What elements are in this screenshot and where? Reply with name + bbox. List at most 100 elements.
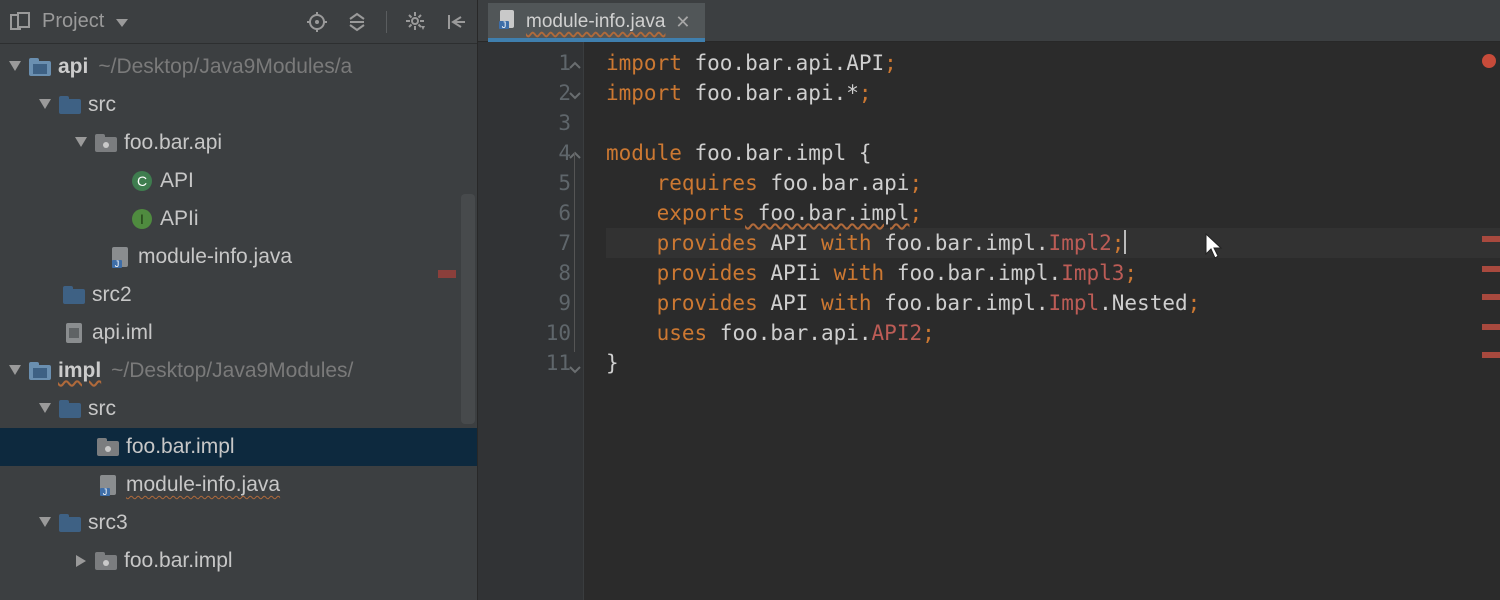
project-toolbar: Project: [0, 0, 477, 44]
error-stripe-mark[interactable]: [1482, 352, 1500, 358]
code-line[interactable]: exports foo.bar.impl;: [606, 198, 1500, 228]
project-tool-window: Project api ~: [0, 0, 478, 600]
tree-file-module-info-impl[interactable]: J module-info.java: [0, 466, 477, 504]
scrollbar-thumb[interactable]: [461, 194, 475, 424]
gear-icon[interactable]: [405, 11, 427, 33]
tree-module-api[interactable]: api ~/Desktop/Java9Modules/a: [0, 48, 477, 86]
code-line[interactable]: import foo.bar.api.*;: [606, 78, 1500, 108]
tree-package-foo-bar-impl[interactable]: foo.bar.impl: [0, 428, 477, 466]
locate-icon[interactable]: [306, 11, 328, 33]
tree-node-label: src2: [92, 283, 132, 307]
error-stripe-mark[interactable]: [1482, 294, 1500, 300]
tree-node-hint: ~/Desktop/Java9Modules/a: [98, 55, 352, 79]
code-line[interactable]: [606, 108, 1500, 138]
package-icon: [92, 552, 120, 570]
module-icon: [26, 58, 54, 76]
svg-text:C: C: [137, 173, 147, 189]
editor-tab-module-info[interactable]: J module-info.java ✕: [488, 3, 705, 41]
tree-node-label: API: [160, 169, 194, 193]
module-icon: [26, 362, 54, 380]
tree-node-label: foo.bar.impl: [124, 549, 233, 573]
tree-node-label: src: [88, 93, 116, 117]
chevron-down-icon[interactable]: [34, 99, 56, 111]
tab-label: module-info.java: [526, 11, 665, 33]
fold-guide: [574, 152, 575, 352]
line-number[interactable]: 4: [478, 138, 571, 168]
java-file-icon: J: [498, 9, 516, 35]
error-stripe-mark[interactable]: [1482, 266, 1500, 272]
code-line[interactable]: import foo.bar.api.API;: [606, 48, 1500, 78]
tree-class-API[interactable]: C API: [0, 162, 477, 200]
tree-folder-src[interactable]: src: [0, 86, 477, 124]
tree-node-label: api.iml: [92, 321, 153, 345]
tree-interface-APIi[interactable]: I APIi: [0, 200, 477, 238]
tree-node-label: impl: [58, 359, 101, 383]
code-line-current[interactable]: provides API with foo.bar.impl.Impl2;: [606, 228, 1500, 258]
code-line[interactable]: uses foo.bar.api.API2;: [606, 318, 1500, 348]
collapse-all-icon[interactable]: [346, 11, 368, 33]
source-folder-icon: [60, 286, 88, 304]
error-indicator-icon[interactable]: [1482, 54, 1496, 68]
tree-package-foo-bar-impl-2[interactable]: foo.bar.impl: [0, 542, 477, 580]
tree-folder-impl-src[interactable]: src: [0, 390, 477, 428]
chevron-down-icon[interactable]: [70, 137, 92, 149]
chevron-right-icon[interactable]: [70, 555, 92, 567]
editor-body[interactable]: 1 2 3 4 5 6 7 8 9 10 11 import foo.bar.a…: [478, 42, 1500, 600]
line-number[interactable]: 8: [478, 258, 571, 288]
line-number[interactable]: 10: [478, 318, 571, 348]
close-icon[interactable]: ✕: [675, 12, 690, 33]
line-number[interactable]: 7: [478, 228, 571, 258]
class-icon: C: [128, 170, 156, 192]
fold-handle-icon[interactable]: [570, 354, 580, 384]
fold-handle-icon[interactable]: [570, 80, 580, 110]
error-stripe[interactable]: [1482, 44, 1500, 600]
error-stripe-mark[interactable]: [1482, 236, 1500, 242]
line-number[interactable]: 1: [478, 48, 571, 78]
line-number[interactable]: 9: [478, 288, 571, 318]
tree-node-label: module-info.java: [126, 473, 280, 497]
interface-icon: I: [128, 208, 156, 230]
line-number[interactable]: 3: [478, 108, 571, 138]
editor-panel: J module-info.java ✕ 1 2 3 4 5 6 7 8 9 1…: [478, 0, 1500, 600]
error-stripe-mark[interactable]: [1482, 324, 1500, 330]
iml-file-icon: [60, 322, 88, 344]
tree-module-impl[interactable]: impl ~/Desktop/Java9Modules/: [0, 352, 477, 390]
line-number[interactable]: 2: [478, 78, 571, 108]
chevron-down-icon[interactable]: [34, 517, 56, 529]
tree-folder-src2[interactable]: src2: [0, 276, 477, 314]
tree-folder-src3[interactable]: src3: [0, 504, 477, 542]
code-area[interactable]: import foo.bar.api.API; import foo.bar.a…: [584, 42, 1500, 600]
source-folder-icon: [56, 96, 84, 114]
tree-node-hint: ~/Desktop/Java9Modules/: [111, 359, 353, 383]
source-folder-icon: [56, 400, 84, 418]
package-icon: [92, 134, 120, 152]
tree-file-api-iml[interactable]: api.iml: [0, 314, 477, 352]
code-line[interactable]: provides APIi with foo.bar.impl.Impl3;: [606, 258, 1500, 288]
chevron-down-icon[interactable]: [34, 403, 56, 415]
project-view-icon[interactable]: [10, 11, 32, 33]
chevron-down-icon[interactable]: [4, 365, 26, 377]
project-view-dropdown-icon[interactable]: [116, 14, 128, 30]
source-folder-icon: [56, 514, 84, 532]
code-line[interactable]: provides API with foo.bar.impl.Impl.Nest…: [606, 288, 1500, 318]
code-line[interactable]: }: [606, 348, 1500, 378]
fold-handle-icon[interactable]: [570, 140, 580, 170]
code-line[interactable]: requires foo.bar.api;: [606, 168, 1500, 198]
chevron-down-icon[interactable]: [4, 61, 26, 73]
line-number[interactable]: 5: [478, 168, 571, 198]
fold-handle-icon[interactable]: [570, 50, 580, 80]
tree-node-label: src3: [88, 511, 128, 535]
tree-node-label: foo.bar.api: [124, 131, 222, 155]
code-line[interactable]: module foo.bar.impl {: [606, 138, 1500, 168]
project-tree[interactable]: api ~/Desktop/Java9Modules/a src foo.bar…: [0, 44, 477, 600]
java-file-icon: J: [106, 246, 134, 268]
project-title[interactable]: Project: [42, 10, 104, 33]
tree-package-foo-bar-api[interactable]: foo.bar.api: [0, 124, 477, 162]
hide-icon[interactable]: [445, 11, 467, 33]
line-number[interactable]: 11: [478, 348, 571, 378]
package-icon: [94, 438, 122, 456]
line-number-gutter[interactable]: 1 2 3 4 5 6 7 8 9 10 11: [478, 42, 584, 600]
line-number[interactable]: 6: [478, 198, 571, 228]
tree-file-module-info-api[interactable]: J module-info.java: [0, 238, 477, 276]
svg-text:J: J: [103, 487, 108, 497]
